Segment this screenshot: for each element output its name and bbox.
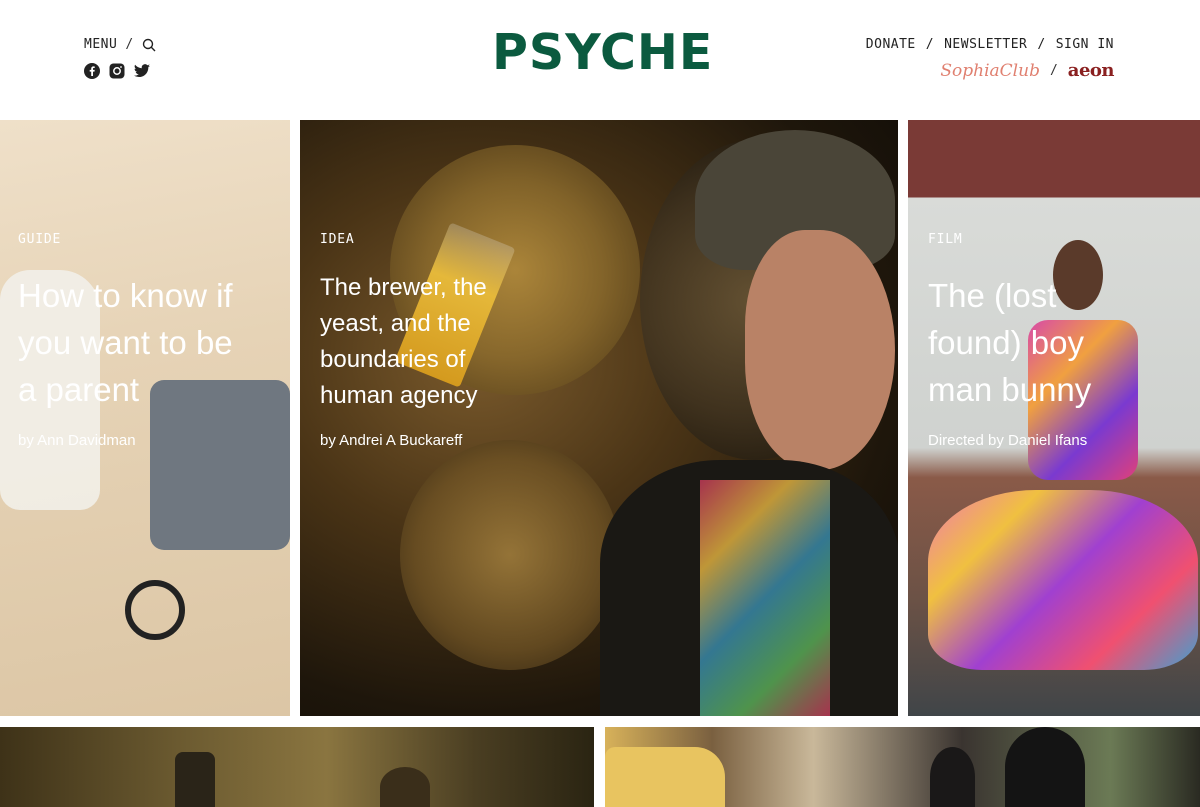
- card-title[interactable]: How to know if you want to be a parent: [18, 272, 258, 413]
- costume-legs-shape: [928, 490, 1198, 670]
- menu-link[interactable]: MENU: [84, 37, 117, 52]
- card-byline: by Andrei A Buckareff: [320, 432, 463, 449]
- site-header: MENU / PSYCHE DONATE / NEWSLETTER / SIGN…: [0, 0, 1200, 120]
- facebook-icon[interactable]: [84, 63, 100, 79]
- instagram-icon[interactable]: [109, 63, 125, 79]
- card-image-painting: [0, 727, 594, 807]
- twitter-icon[interactable]: [134, 64, 150, 78]
- partner-links: SophiaClub / aeon: [940, 60, 1114, 81]
- nav-separator: /: [125, 37, 134, 52]
- card-byline: by Ann Davidman: [18, 432, 136, 449]
- article-card-guide[interactable]: GUIDE How to know if you want to be a pa…: [0, 120, 290, 716]
- face-shape: [745, 230, 895, 470]
- nav-right: DONATE / NEWSLETTER / SIGN IN: [866, 37, 1114, 52]
- card-category: GUIDE: [18, 232, 62, 247]
- article-card-painting[interactable]: [0, 727, 594, 807]
- article-card-idea[interactable]: IDEA The brewer, the yeast, and the boun…: [300, 120, 898, 716]
- article-card-film[interactable]: FILM The (lost found) boy man bunny Dire…: [908, 120, 1200, 716]
- card-title[interactable]: The (lost found) boy man bunny: [928, 272, 1148, 413]
- taxi-shape: [605, 747, 725, 807]
- card-byline: Directed by Daniel Ifans: [928, 432, 1088, 449]
- person-silhouette-shape: [930, 747, 975, 807]
- search-icon[interactable]: [142, 38, 156, 52]
- newsletter-link[interactable]: NEWSLETTER: [944, 37, 1027, 52]
- figure-hat-shape: [175, 752, 215, 807]
- scarf-shape: [700, 480, 830, 716]
- card-title[interactable]: The brewer, the yeast, and the boundarie…: [320, 270, 520, 414]
- site-logo[interactable]: PSYCHE: [492, 28, 712, 77]
- nav-separator: /: [1037, 37, 1046, 52]
- sophia-club-link[interactable]: SophiaClub: [940, 61, 1040, 81]
- nav-separator: /: [1049, 63, 1058, 78]
- social-links: [84, 63, 150, 79]
- nav-separator: /: [925, 37, 935, 52]
- nav-left: MENU /: [84, 37, 156, 52]
- article-card-street[interactable]: [605, 727, 1200, 807]
- pram-wheel-shape: [125, 580, 185, 640]
- card-category: FILM: [928, 232, 963, 247]
- barrel-shape: [400, 440, 620, 670]
- card-category: IDEA: [320, 232, 355, 247]
- sign-in-link[interactable]: SIGN IN: [1056, 37, 1114, 52]
- aeon-link[interactable]: aeon: [1068, 60, 1115, 81]
- figure-shape: [380, 767, 430, 807]
- person-silhouette-shape: [1005, 727, 1085, 807]
- donate-link[interactable]: DONATE: [866, 37, 916, 52]
